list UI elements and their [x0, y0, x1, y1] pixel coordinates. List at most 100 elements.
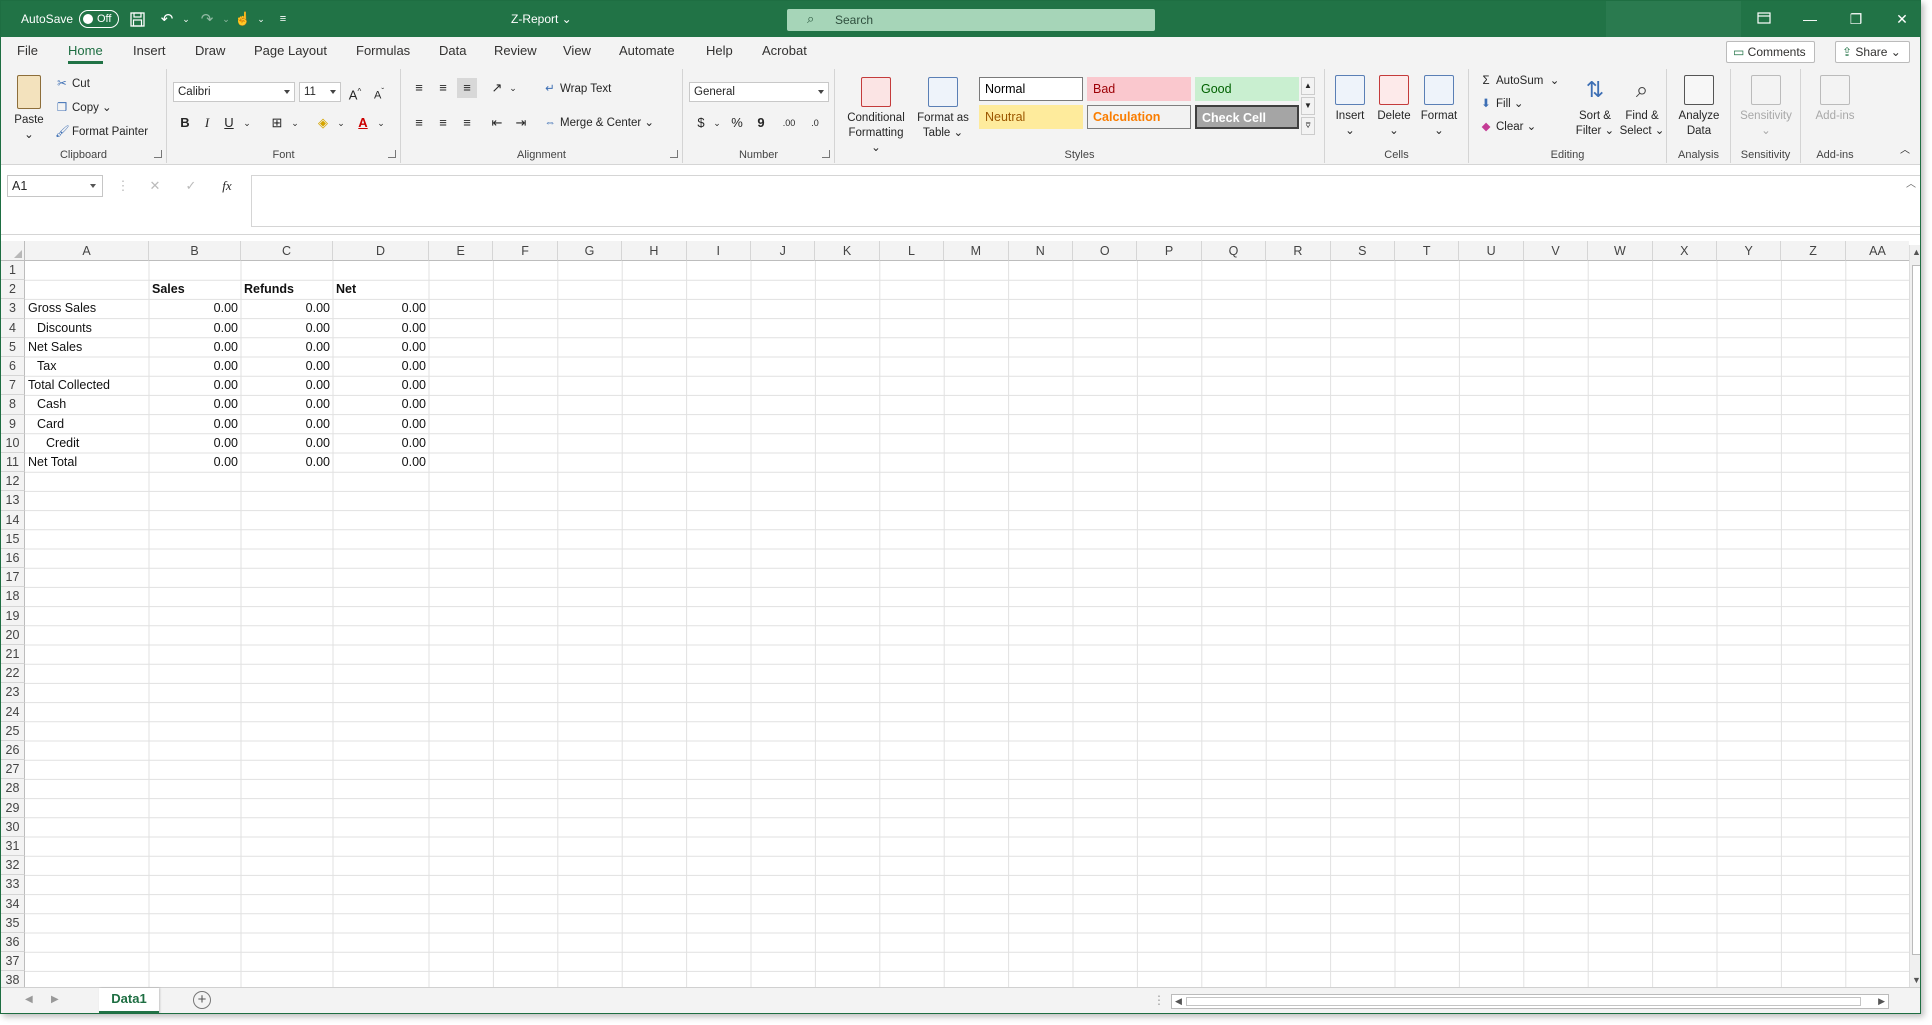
tab-view[interactable]: View: [563, 43, 591, 58]
row-header-14[interactable]: 14: [1, 510, 25, 530]
column-header-w[interactable]: W: [1588, 241, 1653, 261]
formula-input[interactable]: [251, 175, 1920, 227]
tab-insert[interactable]: Insert: [133, 43, 166, 58]
insert-function-icon[interactable]: fx: [217, 176, 237, 196]
styles-more-icon[interactable]: ⩢: [1301, 117, 1315, 135]
format-as-table-button[interactable]: Format as Table ⌄: [915, 77, 971, 141]
refunds-value[interactable]: 0.00: [244, 434, 330, 453]
tab-help[interactable]: Help: [706, 43, 733, 58]
cancel-icon[interactable]: ✕: [145, 176, 165, 196]
paste-button[interactable]: Paste ⌄: [9, 75, 49, 143]
style-normal[interactable]: Normal: [979, 77, 1083, 101]
column-header-e[interactable]: E: [429, 241, 494, 261]
conditional-formatting-button[interactable]: Conditional Formatting ⌄: [843, 77, 909, 156]
row-header-19[interactable]: 19: [1, 606, 25, 626]
net-value[interactable]: 0.00: [336, 453, 426, 472]
scroll-left-icon[interactable]: ◀: [1175, 996, 1182, 1007]
find-select-button[interactable]: ⌕ Find & Select ⌄: [1619, 75, 1665, 139]
touch-dropdown-icon[interactable]: ⌄: [251, 9, 271, 29]
row-header-8[interactable]: 8: [1, 395, 25, 415]
add-sheet-icon[interactable]: +: [193, 991, 211, 1009]
refunds-value[interactable]: 0.00: [244, 376, 330, 395]
tab-review[interactable]: Review: [494, 43, 537, 58]
row-header-26[interactable]: 26: [1, 741, 25, 761]
row-header-25[interactable]: 25: [1, 721, 25, 741]
decrease-indent-icon[interactable]: ⇤: [487, 113, 507, 133]
touch-mode-icon[interactable]: ☝: [233, 9, 253, 29]
row-header-10[interactable]: 10: [1, 433, 25, 453]
sales-value[interactable]: 0.00: [152, 376, 238, 395]
row-header-28[interactable]: 28: [1, 779, 25, 799]
font-name-dropdown[interactable]: Calibri: [173, 82, 295, 102]
net-value[interactable]: 0.00: [336, 395, 426, 414]
font-color-dropdown-icon[interactable]: ⌄: [371, 113, 391, 133]
net-value[interactable]: 0.00: [336, 338, 426, 357]
column-header-d[interactable]: D: [333, 241, 429, 261]
row-label[interactable]: Credit: [46, 434, 146, 453]
search-box[interactable]: ⌕ Search: [787, 9, 1155, 31]
tab-data[interactable]: Data: [439, 43, 466, 58]
align-top-icon[interactable]: ≡: [409, 78, 429, 98]
column-header-i[interactable]: I: [686, 241, 751, 261]
scroll-right-icon[interactable]: ▶: [1878, 996, 1885, 1007]
column-header-p[interactable]: P: [1137, 241, 1202, 261]
row-header-37[interactable]: 37: [1, 952, 25, 972]
clear-button[interactable]: ◆ Clear ⌄: [1479, 119, 1537, 135]
clipboard-launcher-icon[interactable]: [154, 150, 162, 158]
refunds-value[interactable]: 0.00: [244, 299, 330, 318]
row-header-20[interactable]: 20: [1, 625, 25, 645]
autosave-toggle[interactable]: Off: [79, 10, 119, 28]
column-header-aa[interactable]: AA: [1845, 241, 1909, 261]
close-icon[interactable]: ✕: [1879, 1, 1920, 37]
insert-cells-button[interactable]: Insert ⌄: [1329, 75, 1371, 139]
percent-icon[interactable]: %: [727, 113, 747, 133]
expand-formula-icon[interactable]: ︿: [1901, 175, 1920, 195]
row-header-6[interactable]: 6: [1, 357, 25, 377]
row-header-31[interactable]: 31: [1, 837, 25, 857]
font-color-icon[interactable]: A: [353, 113, 373, 133]
row-label[interactable]: Card: [37, 415, 146, 434]
column-header-z[interactable]: Z: [1781, 241, 1846, 261]
column-header-c[interactable]: C: [241, 241, 333, 261]
autosum-button[interactable]: Σ AutoSum ⌄: [1479, 73, 1559, 89]
row-header-23[interactable]: 23: [1, 683, 25, 703]
row-header-15[interactable]: 15: [1, 529, 25, 549]
row-header-24[interactable]: 24: [1, 702, 25, 722]
header-net[interactable]: Net: [336, 280, 426, 299]
style-neutral[interactable]: Neutral: [979, 105, 1083, 129]
comments-button[interactable]: ▭ Comments: [1726, 41, 1815, 63]
row-label[interactable]: Cash: [37, 395, 146, 414]
row-label[interactable]: Tax: [37, 357, 146, 376]
net-value[interactable]: 0.00: [336, 319, 426, 338]
row-header-16[interactable]: 16: [1, 549, 25, 569]
style-check-cell[interactable]: Check Cell: [1195, 105, 1299, 129]
comma-style-icon[interactable]: 9: [751, 113, 771, 133]
fill-dropdown-icon[interactable]: ⌄: [331, 113, 351, 133]
more-options-icon[interactable]: ⋮: [113, 176, 133, 196]
tab-file[interactable]: File: [17, 43, 38, 58]
row-header-12[interactable]: 12: [1, 472, 25, 492]
column-header-u[interactable]: U: [1459, 241, 1524, 261]
net-value[interactable]: 0.00: [336, 357, 426, 376]
align-middle-icon[interactable]: ≡: [433, 78, 453, 98]
sales-value[interactable]: 0.00: [152, 338, 238, 357]
tab-page-layout[interactable]: Page Layout: [254, 43, 327, 58]
enter-icon[interactable]: ✓: [181, 176, 201, 196]
copy-button[interactable]: ❐ Copy ⌄: [55, 100, 112, 116]
tab-formulas[interactable]: Formulas: [356, 43, 410, 58]
refunds-value[interactable]: 0.00: [244, 319, 330, 338]
column-header-n[interactable]: N: [1008, 241, 1073, 261]
refunds-value[interactable]: 0.00: [244, 338, 330, 357]
row-header-1[interactable]: 1: [1, 261, 25, 281]
horizontal-scrollbar[interactable]: ◀ ▶: [1171, 994, 1889, 1009]
row-header-18[interactable]: 18: [1, 587, 25, 607]
next-sheet-icon[interactable]: ▶: [51, 994, 59, 1005]
undo-icon[interactable]: ↶: [157, 9, 177, 29]
row-label[interactable]: Total Collected: [28, 376, 146, 395]
styles-scroll-down-icon[interactable]: ▼: [1301, 97, 1315, 115]
ribbon-display-icon[interactable]: [1741, 1, 1787, 37]
collapse-ribbon-icon[interactable]: ︿: [1895, 141, 1915, 161]
row-header-13[interactable]: 13: [1, 491, 25, 511]
minimize-icon[interactable]: —: [1787, 1, 1833, 37]
row-header-21[interactable]: 21: [1, 645, 25, 665]
